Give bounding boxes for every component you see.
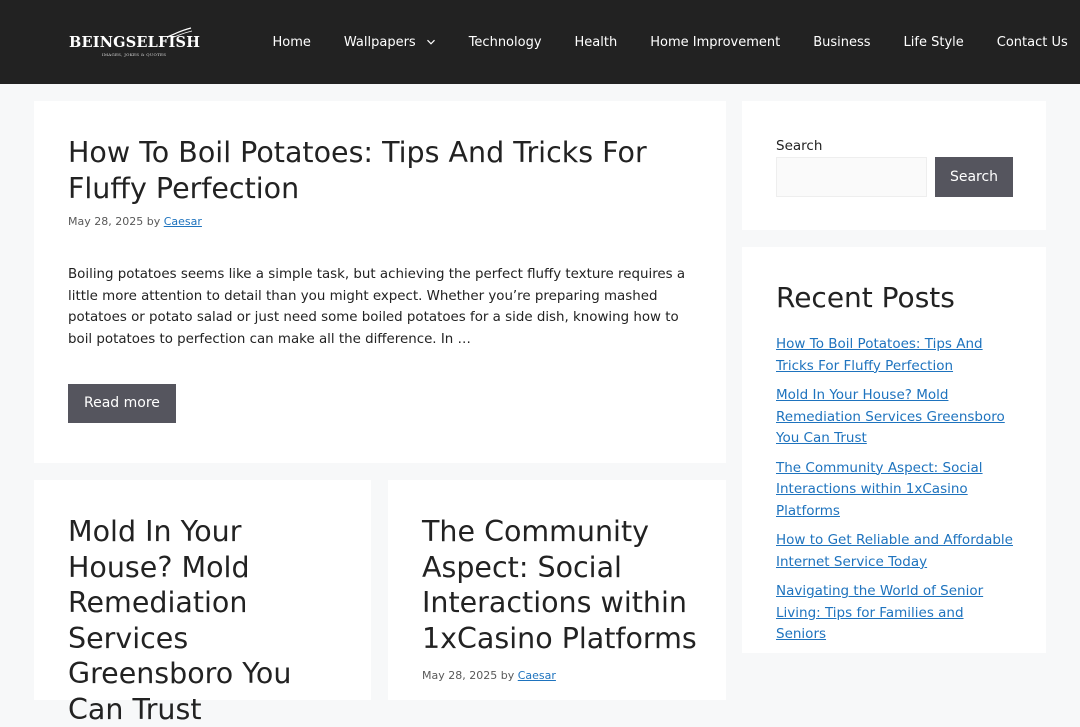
logo-text: BEINGSELFISH <box>69 34 201 51</box>
nav-item-wallpapers[interactable]: Wallpapers <box>327 0 452 84</box>
recent-posts-widget: Recent Posts How To Boil Potatoes: Tips … <box>742 247 1046 653</box>
nav-item-technology[interactable]: Technology <box>452 0 558 84</box>
post-card-featured: How To Boil Potatoes: Tips And Tricks Fo… <box>34 101 726 463</box>
main-nav: Home Wallpapers Technology Health Home I… <box>256 0 1080 84</box>
nav-item-life-style[interactable]: Life Style <box>887 0 980 84</box>
post-card: The Community Aspect: Social Interaction… <box>388 480 726 700</box>
chevron-down-icon[interactable] <box>426 37 436 47</box>
post-meta: May 28, 2025 by Caesar <box>68 215 692 228</box>
post-date[interactable]: May 28, 2025 <box>422 669 497 682</box>
post-author-link[interactable]: Caesar <box>164 215 202 228</box>
post-author-link[interactable]: Caesar <box>518 669 556 682</box>
post-by: by <box>500 669 515 682</box>
post-title[interactable]: How To Boil Potatoes: Tips And Tricks Fo… <box>68 135 698 206</box>
post-title[interactable]: Mold In Your House? Mold Remediation Ser… <box>68 514 348 727</box>
read-more-button[interactable]: Read more <box>68 384 176 424</box>
post-by: by <box>146 215 161 228</box>
list-item: How to Get Reliable and Affordable Inter… <box>776 530 1016 573</box>
nav-item-label: Business <box>813 34 871 50</box>
list-item: How To Boil Potatoes: Tips And Tricks Fo… <box>776 334 1016 377</box>
nav-item-label: Home Improvement <box>650 34 781 50</box>
post-title[interactable]: The Community Aspect: Social Interaction… <box>422 514 702 656</box>
search-input[interactable] <box>776 157 927 197</box>
nav-item-contact-us[interactable]: Contact Us <box>980 0 1080 84</box>
list-item: The Community Aspect: Social Interaction… <box>776 458 1016 523</box>
nav-item-home-improvement[interactable]: Home Improvement <box>634 0 797 84</box>
logo-tagline: IMAGES, JOKES & QUOTES <box>102 52 167 57</box>
recent-post-link[interactable]: How To Boil Potatoes: Tips And Tricks Fo… <box>776 336 983 374</box>
nav-item-home[interactable]: Home <box>256 0 327 84</box>
recent-post-link[interactable]: The Community Aspect: Social Interaction… <box>776 460 983 519</box>
site-header: BEINGSELFISH IMAGES, JOKES & QUOTES Home… <box>0 0 1080 84</box>
nav-item-label: Wallpapers <box>343 34 416 50</box>
search-label: Search <box>776 138 823 154</box>
search-button[interactable]: Search <box>935 157 1013 197</box>
recent-post-link[interactable]: Navigating the World of Senior Living: T… <box>776 583 983 642</box>
search-widget: Search Search <box>742 101 1046 230</box>
nav-item-label: Health <box>574 34 618 50</box>
recent-posts-list: How To Boil Potatoes: Tips And Tricks Fo… <box>776 334 1016 654</box>
nav-item-business[interactable]: Business <box>797 0 887 84</box>
post-excerpt: Boiling potatoes seems like a simple tas… <box>68 267 686 347</box>
nav-item-label: Home <box>272 34 311 50</box>
list-item: Navigating the World of Senior Living: T… <box>776 581 1016 646</box>
nav-item-label: Contact Us <box>996 34 1068 50</box>
nav-item-label: Technology <box>468 34 542 50</box>
recent-posts-title: Recent Posts <box>776 281 955 314</box>
post-meta: May 28, 2025 by Caesar <box>422 669 692 682</box>
post-card: Mold In Your House? Mold Remediation Ser… <box>34 480 371 726</box>
post-date[interactable]: May 28, 2025 <box>68 215 143 228</box>
site-logo[interactable]: BEINGSELFISH IMAGES, JOKES & QUOTES <box>69 27 201 60</box>
list-item: Mold In Your House? Mold Remediation Ser… <box>776 385 1016 450</box>
nav-item-label: Life Style <box>903 34 964 50</box>
recent-post-link[interactable]: How to Get Reliable and Affordable Inter… <box>776 532 1013 570</box>
nav-item-health[interactable]: Health <box>558 0 634 84</box>
recent-post-link[interactable]: Mold In Your House? Mold Remediation Ser… <box>776 387 1005 446</box>
